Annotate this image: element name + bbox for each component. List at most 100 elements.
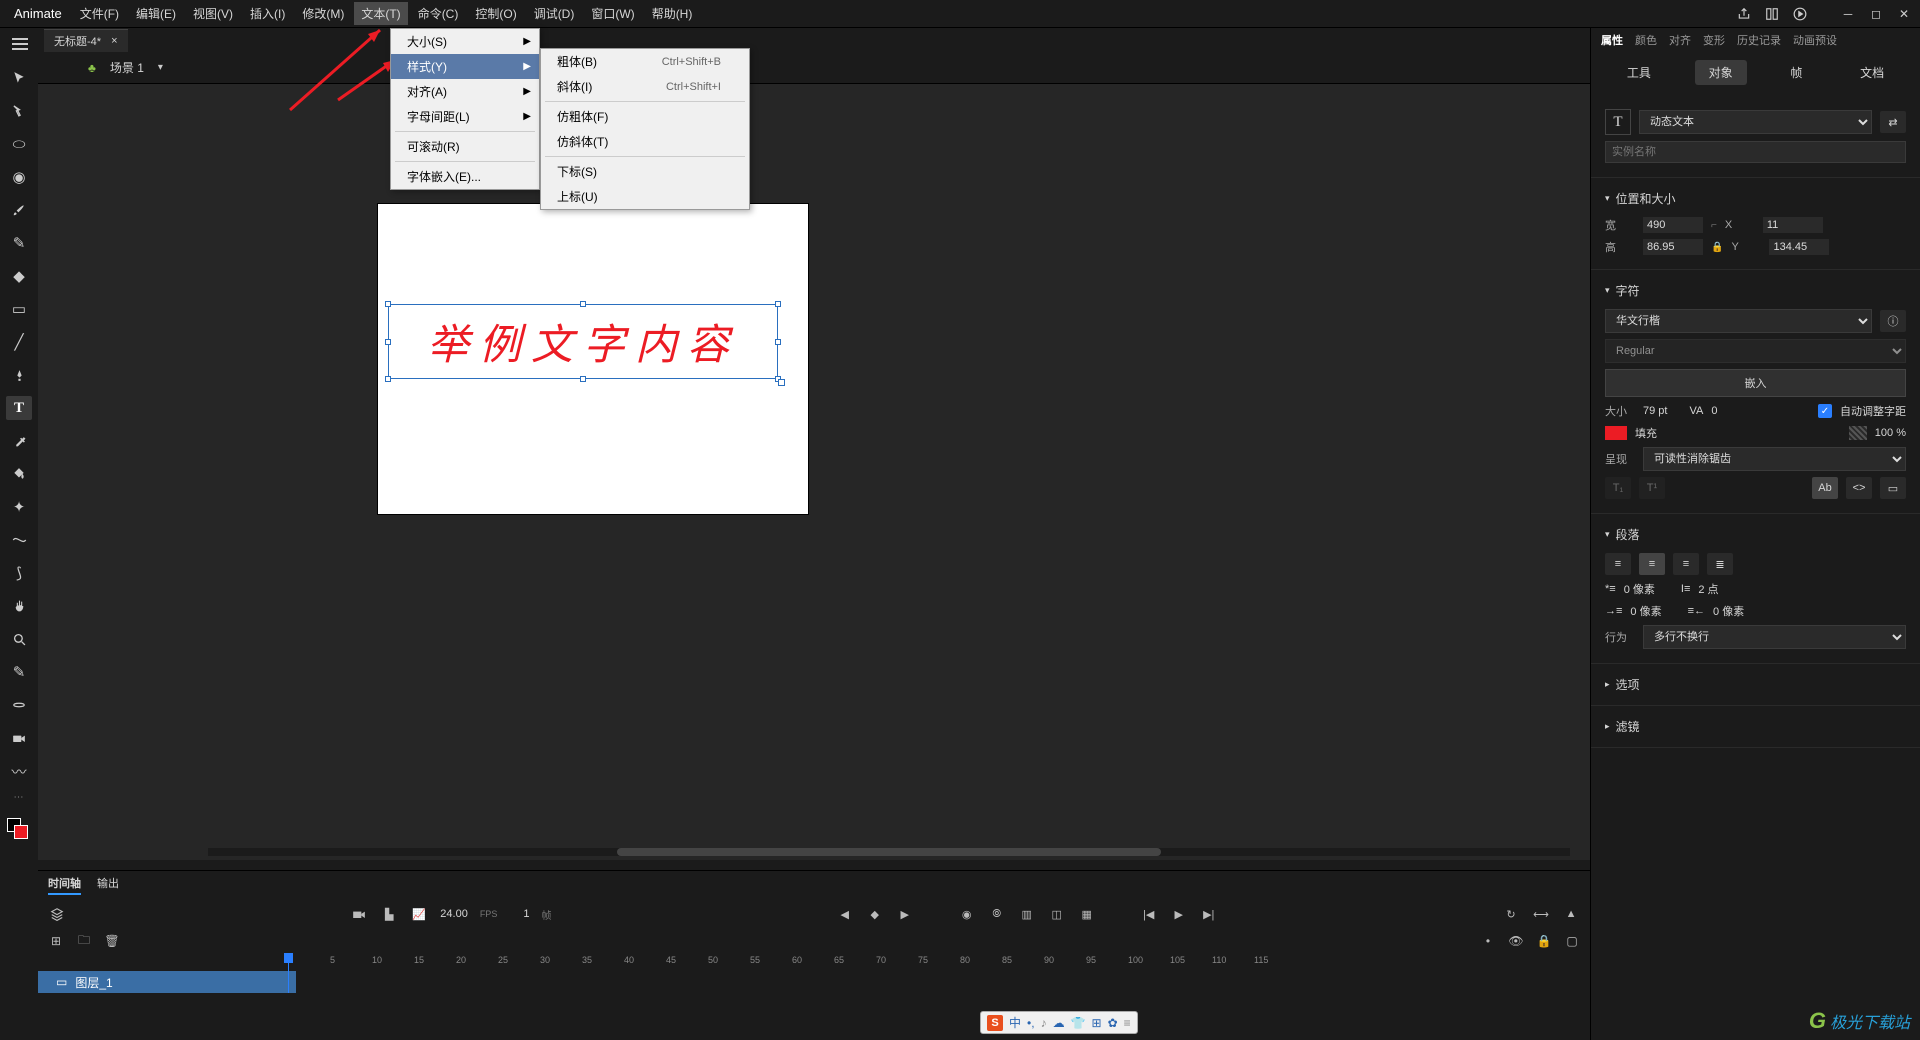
align-justify-btn[interactable]: ≣ [1707, 553, 1733, 575]
menu-view[interactable]: 视图(V) [186, 2, 240, 25]
selection-tool[interactable] [6, 66, 32, 90]
ptab-motion[interactable]: 动画预设 [1793, 32, 1837, 48]
font-info-icon[interactable]: ⓘ [1880, 310, 1906, 332]
pen-add-tool[interactable]: ✎ [6, 660, 32, 684]
behavior-select[interactable]: 多行不换行 [1643, 625, 1906, 649]
subtab-tool[interactable]: 工具 [1613, 60, 1665, 85]
align-left-btn[interactable]: ≡ [1605, 553, 1631, 575]
layout-icon[interactable] [1762, 4, 1782, 24]
submenu-scrollable[interactable]: 可滚动(R) [391, 134, 539, 159]
eraser-tool[interactable]: ◆ [6, 264, 32, 288]
lock-col-icon[interactable]: 🔒 [1536, 933, 1552, 949]
opacity-value[interactable]: 100 % [1875, 427, 1906, 439]
ptab-properties[interactable]: 属性 [1601, 32, 1623, 48]
menu-file[interactable]: 文件(F) [73, 2, 126, 25]
section-character[interactable]: ▾字符 [1605, 278, 1906, 303]
forward-icon[interactable]: ▶| [1200, 905, 1218, 923]
menu-help[interactable]: 帮助(H) [645, 2, 700, 25]
superscript-btn[interactable]: T¹ [1639, 477, 1665, 499]
after-value[interactable]: 0 像素 [1713, 603, 1744, 619]
stage[interactable]: 举例文字内容 [38, 84, 1590, 860]
section-position[interactable]: ▾位置和大小 [1605, 186, 1906, 211]
close-tab-icon[interactable]: × [111, 35, 117, 47]
style-bold[interactable]: 粗体(B)Ctrl+Shift+B [541, 49, 749, 74]
delete-layer-icon[interactable]: 🗑 [104, 933, 120, 949]
new-layer-icon[interactable]: ⊞ [48, 933, 64, 949]
text-type-select[interactable]: 动态文本 [1639, 110, 1872, 134]
height-input[interactable] [1643, 239, 1703, 255]
ptab-align[interactable]: 对齐 [1669, 32, 1691, 48]
instance-name-input[interactable] [1605, 141, 1906, 163]
style-superscript[interactable]: 上标(U) [541, 184, 749, 209]
style-fauxbold[interactable]: 仿粗体(F) [541, 104, 749, 129]
output-tab[interactable]: 输出 [97, 875, 119, 895]
align-center-btn[interactable]: ≡ [1639, 553, 1665, 575]
onion-outline-icon[interactable]: ⦾ [988, 905, 1006, 923]
onion-icon[interactable]: ◉ [958, 905, 976, 923]
style-italic[interactable]: 斜体(I)Ctrl+Shift+I [541, 74, 749, 99]
color-swatches[interactable] [7, 818, 31, 842]
eyedropper-tool[interactable] [6, 429, 32, 453]
menu-control[interactable]: 控制(O) [468, 2, 523, 25]
visibility-icon[interactable]: 👁 [1508, 933, 1524, 949]
width-input[interactable] [1643, 217, 1703, 233]
share-icon[interactable] [1734, 4, 1754, 24]
free-transform-tool[interactable]: ⬭ [6, 132, 32, 156]
camera-tool[interactable] [6, 726, 32, 750]
border-btn[interactable]: ▭ [1880, 477, 1906, 499]
fill-swatch[interactable] [1605, 426, 1627, 440]
pen-tool[interactable] [6, 363, 32, 387]
edit-multi-icon[interactable]: ▥ [1018, 905, 1036, 923]
marker2-icon[interactable]: ▦ [1078, 905, 1096, 923]
scene-dropdown-icon[interactable]: ▾ [158, 62, 163, 73]
close-icon[interactable]: ✕ [1894, 4, 1914, 24]
section-filters[interactable]: ▸滤镜 [1605, 714, 1906, 739]
stroke-brush-tool[interactable]: 〰 [6, 759, 32, 783]
layer-depth-icon[interactable]: ▙ [380, 905, 398, 923]
style-subscript[interactable]: 下标(S) [541, 159, 749, 184]
stage-scrollbar[interactable] [208, 848, 1570, 856]
layer-row[interactable]: ▭ 图层_1 [38, 971, 1590, 993]
ptab-transform[interactable]: 变形 [1703, 32, 1725, 48]
link-wh-icon[interactable]: ⌐ [1711, 220, 1717, 231]
minimize-icon[interactable]: ─ [1838, 4, 1858, 24]
zoom-tool[interactable] [6, 627, 32, 651]
highlight-icon[interactable]: • [1480, 933, 1496, 949]
render-select[interactable]: 可读性消除锯齿 [1643, 447, 1906, 471]
style-fauxitalic[interactable]: 仿斜体(T) [541, 129, 749, 154]
width-tool[interactable] [6, 528, 32, 552]
subselect-tool[interactable] [6, 99, 32, 123]
leading-value[interactable]: 2 点 [1698, 581, 1718, 597]
loop-icon[interactable]: ↻ [1502, 905, 1520, 923]
insert-kf-icon[interactable]: ◆ [866, 905, 884, 923]
document-tab[interactable]: 无标题-4* × [44, 29, 128, 52]
x-input[interactable] [1763, 217, 1823, 233]
fps-value[interactable]: 24.00 [440, 908, 468, 920]
play-button[interactable]: ▶ [1170, 905, 1188, 923]
hand-tool[interactable] [6, 594, 32, 618]
frame-ruler[interactable]: 1510152025303540455055606570758085909510… [288, 953, 1590, 971]
graph-icon[interactable]: 📈 [410, 905, 428, 923]
rewind-icon[interactable]: |◀ [1140, 905, 1158, 923]
submenu-size[interactable]: 大小(S)▶ [391, 29, 539, 54]
font-size[interactable]: 79 pt [1643, 405, 1667, 417]
camera2-icon[interactable] [350, 905, 368, 923]
paint-bucket-tool[interactable] [6, 462, 32, 486]
span-icon[interactable]: ⟷ [1532, 905, 1550, 923]
lasso-tool[interactable]: ◉ [6, 165, 32, 189]
brush-tool[interactable] [6, 198, 32, 222]
bone-tool[interactable]: ✦ [6, 495, 32, 519]
before-value[interactable]: 0 像素 [1630, 603, 1661, 619]
prev-kf-icon[interactable]: ◀ [836, 905, 854, 923]
y-input[interactable] [1769, 239, 1829, 255]
submenu-fontembed[interactable]: 字体嵌入(E)... [391, 164, 539, 189]
outline-col-icon[interactable]: ▢ [1564, 933, 1580, 949]
maximize-icon[interactable]: ◻ [1866, 4, 1886, 24]
scrub-icon[interactable]: ▲ [1562, 905, 1580, 923]
font-weight-select[interactable]: Regular [1605, 339, 1906, 363]
orientation-icon[interactable]: ⇄ [1880, 111, 1906, 133]
menu-debug[interactable]: 调试(D) [527, 2, 582, 25]
text-tool[interactable]: T [6, 396, 32, 420]
next-kf-icon[interactable]: ▶ [896, 905, 914, 923]
ptab-history[interactable]: 历史记录 [1737, 32, 1781, 48]
